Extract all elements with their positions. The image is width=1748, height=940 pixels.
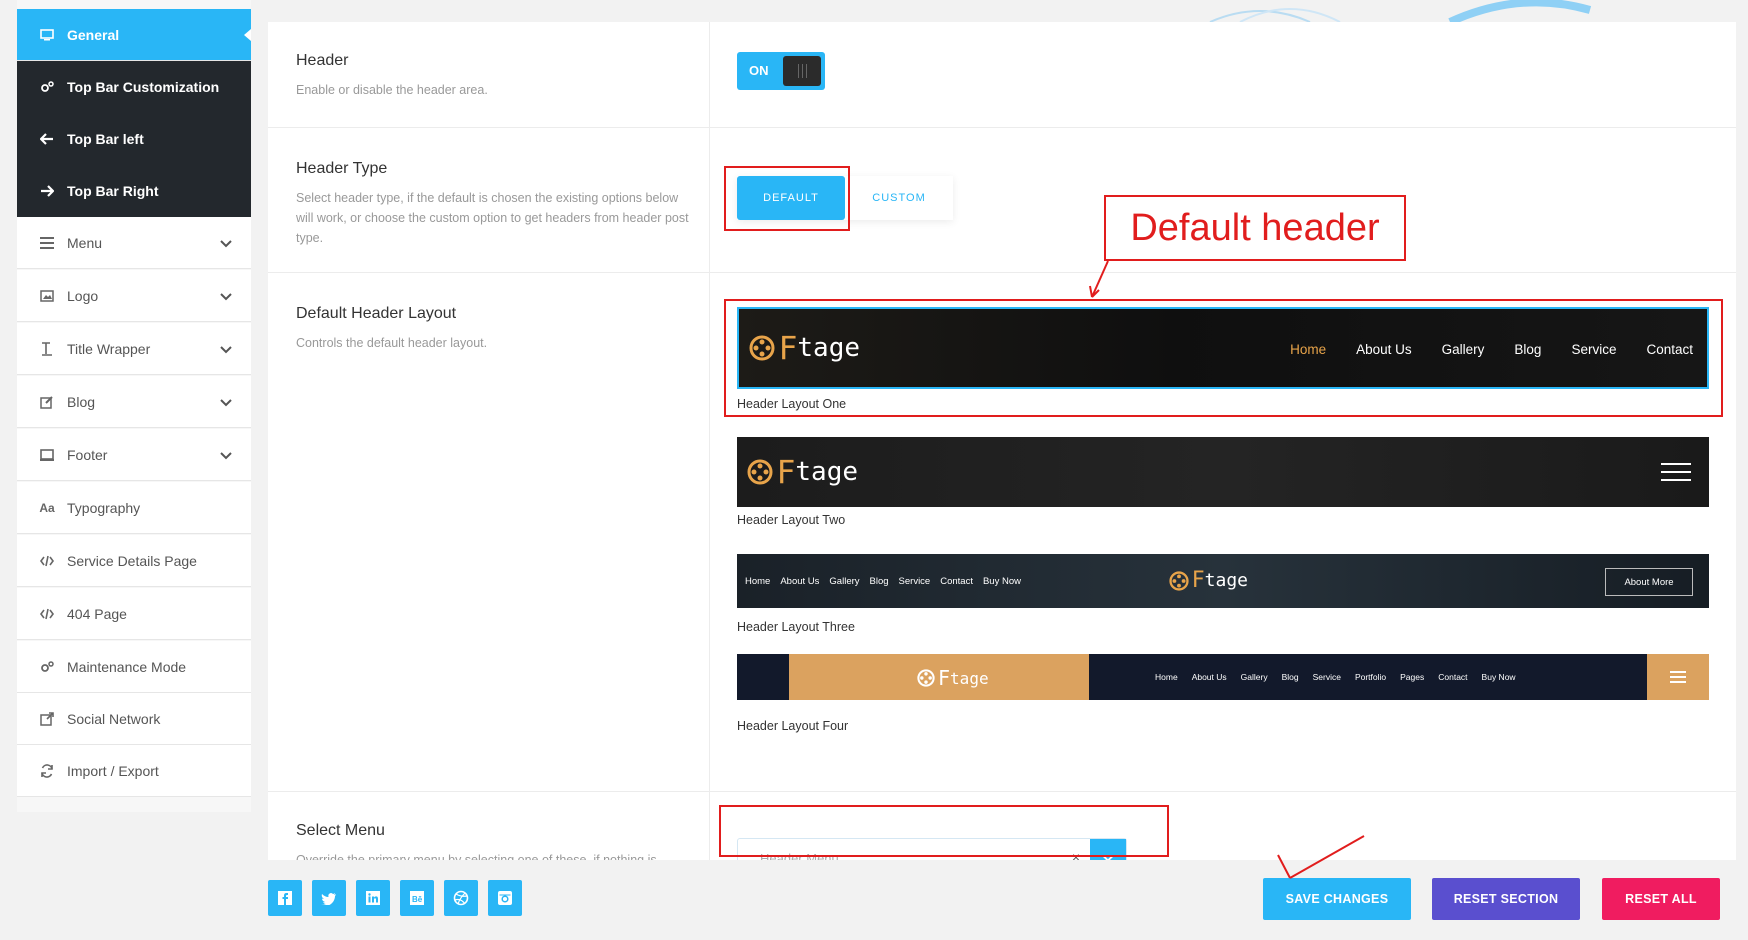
annotation-arrows: [1089, 260, 1365, 879]
